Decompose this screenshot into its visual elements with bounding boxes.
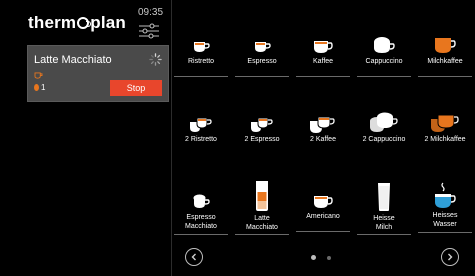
drink-tile-2-espresso[interactable]: 2 Espresso xyxy=(233,116,291,144)
drink-tile-2-kaffee[interactable]: 2 Kaffee xyxy=(294,116,352,144)
drink-label: 2 Ristretto xyxy=(185,136,217,143)
cup-water-icon xyxy=(435,182,456,208)
drink-label: 2 Cappuccino xyxy=(362,136,406,143)
drink-tile-espresso-macchiato[interactable]: Espresso Macchiato xyxy=(172,194,230,235)
prev-page-button[interactable] xyxy=(185,248,203,266)
order-quantity: 1 xyxy=(34,83,45,92)
drink-tile-milchkaffee[interactable]: Milchkaffee xyxy=(416,36,474,77)
drink-label: 2 Kaffee xyxy=(310,136,336,143)
drink-label-line1: Latte xyxy=(254,215,270,222)
drink-label: Americano xyxy=(306,213,340,220)
page-dot-active[interactable] xyxy=(311,255,316,260)
bean-icon xyxy=(34,84,39,91)
logo-o-mark xyxy=(77,17,92,29)
cup-espresso-icon xyxy=(255,42,271,52)
chevron-left-icon xyxy=(191,253,196,261)
double-cappuccino-icon xyxy=(370,112,398,132)
next-page-button[interactable] xyxy=(441,248,459,266)
current-order-panel: Latte Macchiato 1 Stop xyxy=(27,45,169,102)
tile-underline xyxy=(174,76,228,77)
drink-tile-2-cappuccino[interactable]: 2 Cappuccino xyxy=(355,112,413,144)
tile-underline xyxy=(418,76,472,77)
drink-label: 2 Espresso xyxy=(244,136,280,143)
cup-coffee-icon xyxy=(314,196,333,208)
glass-milk-icon xyxy=(378,183,390,211)
tile-underline xyxy=(235,76,289,77)
glass-latte-icon xyxy=(256,181,268,211)
settings-sliders-icon[interactable] xyxy=(138,22,160,40)
tile-underline xyxy=(235,234,289,235)
double-cup-icon xyxy=(251,117,273,132)
double-cup-icon xyxy=(310,116,335,133)
page-dot[interactable] xyxy=(327,256,331,260)
clock: 09:35 xyxy=(138,7,164,18)
drink-tile-americano[interactable]: Americano xyxy=(294,195,352,232)
drink-label: Espresso xyxy=(247,58,277,65)
order-title: Latte Macchiato xyxy=(34,54,112,66)
drink-tile-heisse-milch[interactable]: Heisse Milch xyxy=(355,182,413,235)
chevron-right-icon xyxy=(448,253,453,261)
stop-button[interactable]: Stop xyxy=(110,80,162,96)
drink-tile-kaffee[interactable]: Kaffee xyxy=(294,40,352,77)
drink-label-line2: Macchiato xyxy=(185,223,217,230)
order-quantity-value: 1 xyxy=(41,83,46,92)
drink-label-line1: Heisse xyxy=(373,215,395,222)
cup-cappuccino-icon xyxy=(374,37,395,53)
double-cup-icon xyxy=(190,117,212,132)
loading-spinner-icon xyxy=(149,53,162,66)
drink-tile-ristretto[interactable]: Ristretto xyxy=(172,40,230,77)
drink-tile-latte-macchiato[interactable]: Latte Macchiato xyxy=(233,180,291,235)
brand-suffix: plan xyxy=(90,13,126,32)
tile-underline xyxy=(296,231,350,232)
tile-underline xyxy=(357,76,411,77)
cup-macchiato-icon xyxy=(193,194,210,208)
machine-screen: therm plan 09:35 Latte Macchiato 1 Stop … xyxy=(0,0,475,276)
drink-label: Cappuccino xyxy=(365,58,403,65)
tile-underline xyxy=(357,234,411,235)
drink-label: Kaffee xyxy=(312,58,334,65)
drink-label-line1: Heisses xyxy=(432,212,458,219)
cup-espresso-icon xyxy=(194,42,210,52)
drink-label-line2: Macchiato xyxy=(246,224,278,231)
drink-label-line2: Wasser xyxy=(433,221,457,228)
cup-milchkaffee-icon xyxy=(435,38,456,53)
thermoplan-logo: therm plan xyxy=(28,13,126,33)
drink-tile-espresso[interactable]: Espresso xyxy=(233,40,291,77)
drink-tile-2-milchkaffee[interactable]: 2 Milchkaffee xyxy=(416,112,474,144)
brand-prefix: therm xyxy=(28,13,77,32)
double-milchkaffee-icon xyxy=(431,114,459,132)
drink-label: Ristretto xyxy=(187,58,215,65)
drink-tile-heisses-wasser[interactable]: Heisses Wasser xyxy=(416,182,474,233)
cup-coffee-icon xyxy=(314,41,333,53)
cup-outline-icon xyxy=(34,72,43,79)
drink-label: 2 Milchkaffee xyxy=(424,136,466,143)
drink-label-line2: Milch xyxy=(375,224,393,231)
tile-underline xyxy=(174,234,228,235)
drink-label: Milchkaffee xyxy=(427,58,463,65)
tile-underline xyxy=(418,232,472,233)
tile-underline xyxy=(296,76,350,77)
drink-label-line1: Espresso xyxy=(186,214,216,221)
drink-tile-cappuccino[interactable]: Cappuccino xyxy=(355,36,413,77)
drink-tile-2-ristretto[interactable]: 2 Ristretto xyxy=(172,116,230,144)
